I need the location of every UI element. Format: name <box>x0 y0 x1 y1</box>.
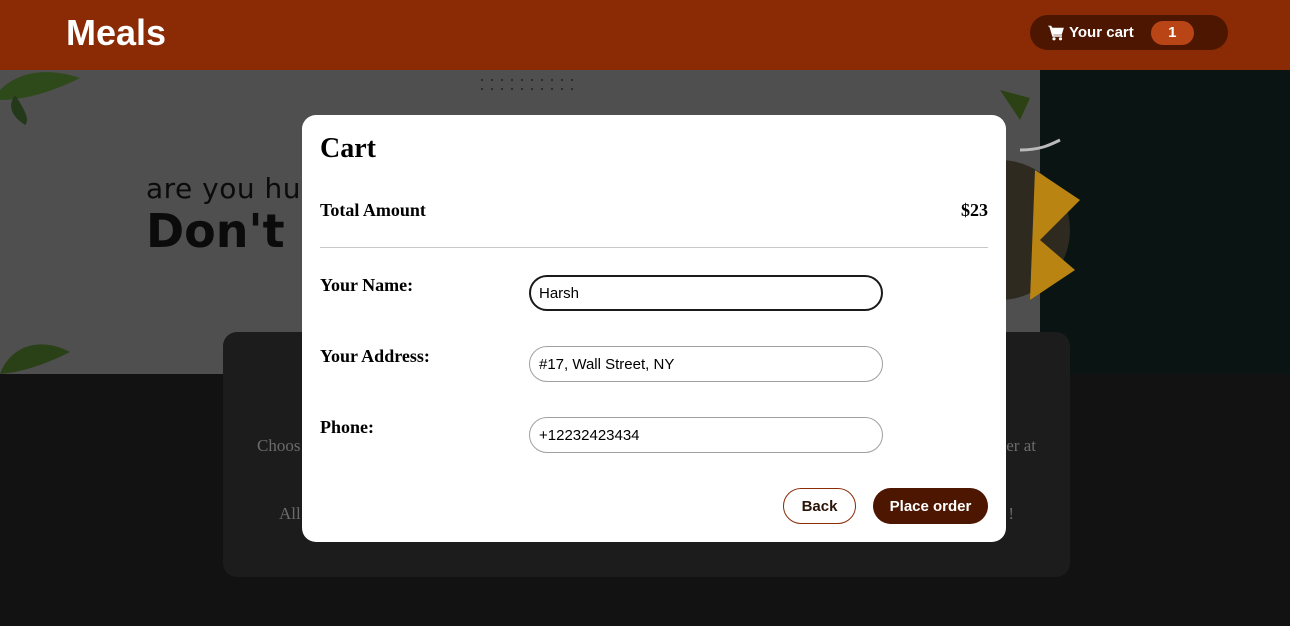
app-brand: Meals <box>66 12 167 53</box>
cart-button[interactable]: Your cart 1 <box>1030 15 1228 50</box>
address-field[interactable] <box>529 346 883 382</box>
address-field-label: Your Address: <box>320 346 430 366</box>
shopping-cart-icon <box>1048 25 1064 41</box>
phone-field-label: Phone: <box>320 417 374 437</box>
cart-label: Your cart <box>1069 24 1134 41</box>
total-amount-label: Total Amount <box>320 200 426 220</box>
back-button[interactable]: Back <box>783 488 856 524</box>
top-header: Meals Your cart 1 <box>0 0 1290 70</box>
cart-count-badge: 1 <box>1150 20 1194 45</box>
modal-title: Cart <box>320 133 376 164</box>
place-order-button[interactable]: Place order <box>873 488 988 524</box>
cart-modal: Cart Total Amount $23 Your Name: Your Ad… <box>302 115 1006 542</box>
divider <box>320 247 988 248</box>
total-amount-value: $23 <box>961 200 988 220</box>
phone-field[interactable] <box>529 417 883 453</box>
name-field[interactable] <box>529 275 883 311</box>
name-field-label: Your Name: <box>320 275 414 295</box>
